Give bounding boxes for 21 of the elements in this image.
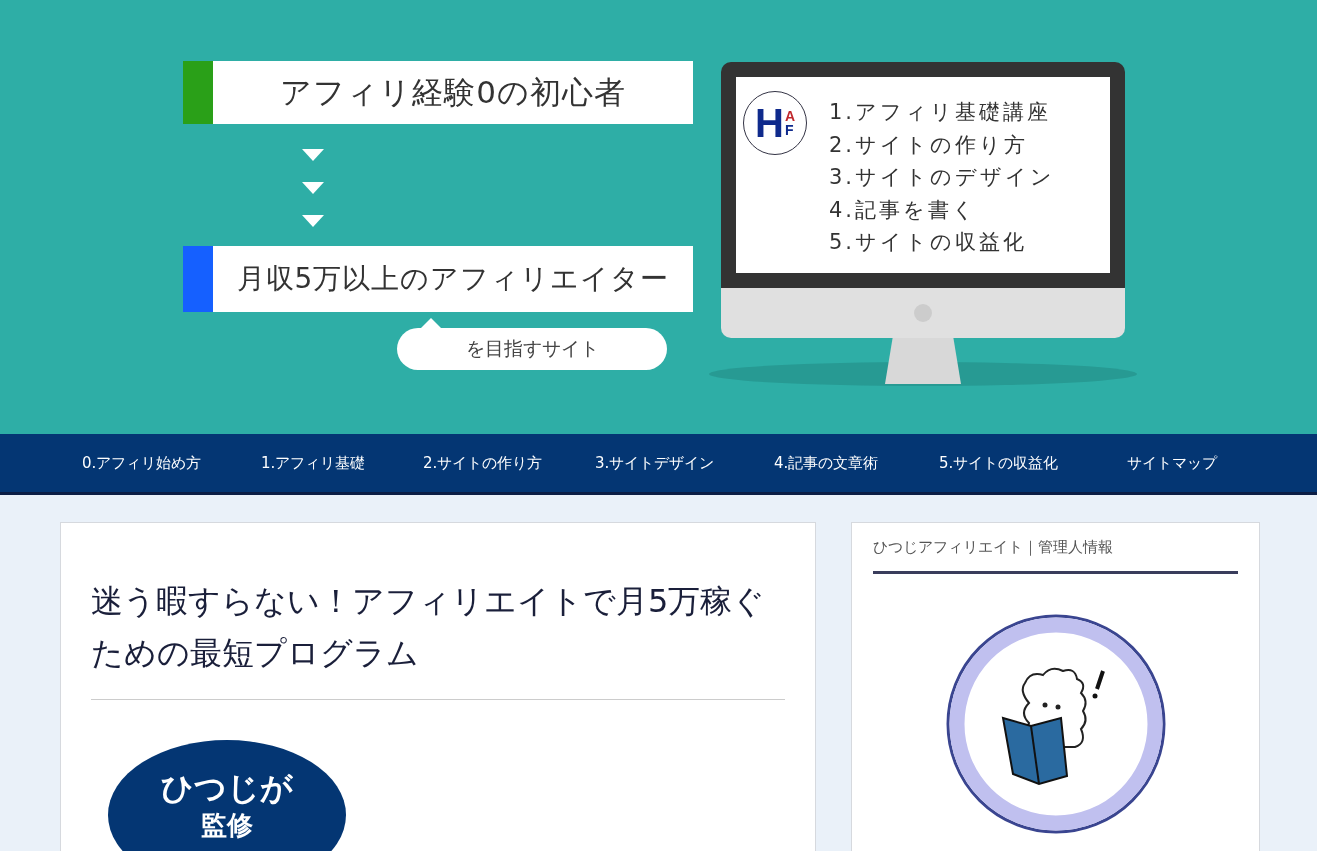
course-item: 1.アフィリ基礎講座 [829, 99, 1053, 126]
nav-link[interactable]: 1.アフィリ基礎 [261, 453, 423, 473]
goal-label: 月収5万以上のアフィリエイター [183, 246, 693, 312]
start-label: アフィリ経験0の初心者 [183, 61, 693, 124]
down-arrow-icon [302, 215, 324, 227]
course-item: 4.記事を書く [829, 196, 979, 224]
course-item: 5.サイトの収益化 [829, 229, 1029, 256]
nav-link[interactable]: 0.アフィリ始め方 [82, 453, 261, 473]
nav-link[interactable]: 2.サイトの作り方 [423, 453, 595, 473]
supervised-badge: ひつじが 監修 [108, 740, 346, 851]
nav-link[interactable]: 5.サイトの収益化 [939, 453, 1127, 473]
widget-title: ひつじアフィリエイト｜管理人情報 [873, 538, 1238, 574]
nav-link[interactable]: サイトマップ [1127, 453, 1247, 473]
article-title: 迷う暇すらない！アフィリエイトで月5万稼ぐための最短プログラム [91, 581, 767, 674]
course-item: 3.サイトのデザイン [829, 164, 1056, 191]
nav-link[interactable]: 4.記事の文章術 [774, 453, 939, 473]
down-arrow-icon [302, 182, 324, 194]
down-arrow-icon [302, 149, 324, 161]
nav-link[interactable]: 3.サイトデザイン [595, 453, 774, 473]
speech-bubble: を目指すサイト [397, 328, 667, 370]
course-item: 2.サイトの作り方 [829, 131, 1030, 159]
